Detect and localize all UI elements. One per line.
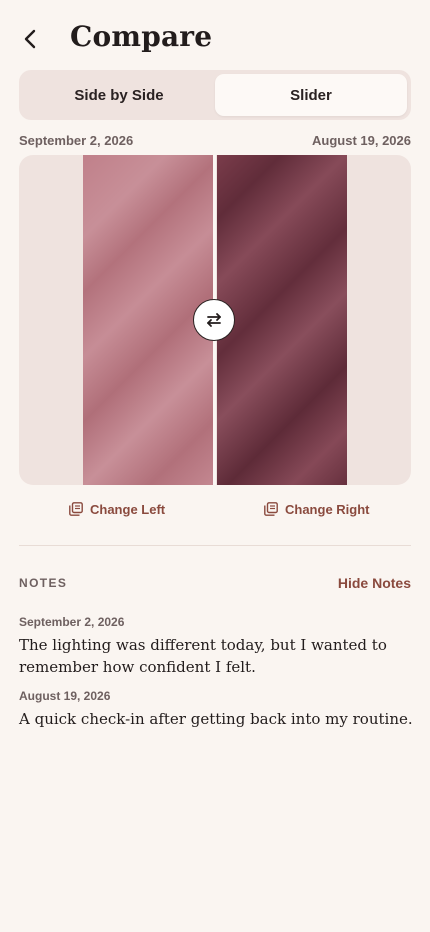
photo-library-icon <box>69 502 83 516</box>
note-text: The lighting was different today, but I … <box>19 636 387 676</box>
divider <box>19 545 411 546</box>
slider-handle[interactable] <box>193 299 235 341</box>
left-photo-date: September 2, 2026 <box>19 133 134 148</box>
compare-slider-view[interactable] <box>19 155 411 485</box>
tab-side-by-side[interactable]: Side by Side <box>23 74 215 116</box>
change-right-button[interactable]: Change Right <box>264 499 370 519</box>
note-date: August 19, 2026 <box>19 689 111 703</box>
right-photo-date: August 19, 2026 <box>312 133 411 148</box>
change-right-label: Change Right <box>285 501 370 517</box>
change-left-button[interactable]: Change Left <box>69 499 165 519</box>
swap-horizontal-icon <box>207 313 221 327</box>
notes-section-label: NOTES <box>19 576 68 590</box>
note-text: A quick check-in after getting back into… <box>19 710 413 728</box>
tab-slider[interactable]: Slider <box>215 74 407 116</box>
header: Compare <box>0 0 430 80</box>
view-mode-toggle: Side by Side Slider <box>19 70 411 120</box>
hide-notes-button[interactable]: Hide Notes <box>338 575 411 591</box>
photo-library-icon <box>264 502 278 516</box>
back-button[interactable] <box>18 26 42 52</box>
compare-dates: September 2, 2026 August 19, 2026 <box>19 133 411 151</box>
chevron-left-icon <box>24 29 36 49</box>
page-title: Compare <box>70 20 213 53</box>
note-date: September 2, 2026 <box>19 615 125 629</box>
change-left-label: Change Left <box>90 501 166 517</box>
right-photo <box>217 155 347 485</box>
